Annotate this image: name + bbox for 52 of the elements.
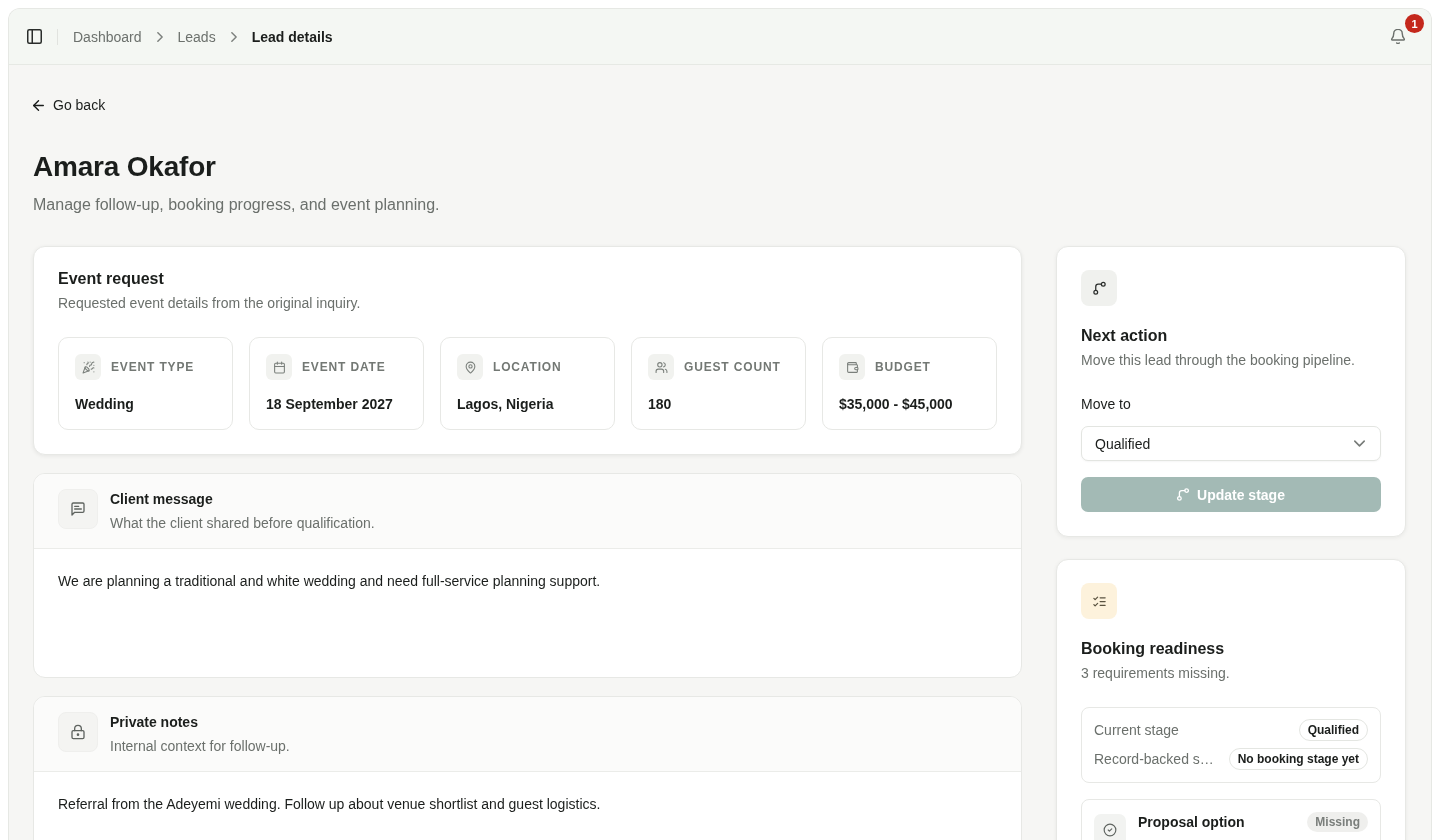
- card-title: Event request: [58, 269, 164, 289]
- notification-count: 1: [1405, 14, 1424, 33]
- section-subtitle: Internal context for follow-up.: [110, 737, 290, 756]
- detail-label: LOCATION: [493, 360, 562, 374]
- detail-value: $35,000 - $45,000: [839, 395, 953, 414]
- requirement-title: Proposal option: [1138, 813, 1246, 832]
- detail-value: Wedding: [75, 395, 134, 414]
- detail-label: BUDGET: [875, 360, 931, 374]
- page-title: Amara Okafor: [33, 150, 216, 184]
- stage-label: Current stage: [1094, 722, 1179, 738]
- chevron-right-icon: [156, 31, 163, 42]
- section-title: Private notes: [110, 713, 198, 732]
- section-text: Referral from the Adeyemi wedding. Follow up about venue shortlist and guest logistics.: [58, 795, 601, 814]
- detail-label: EVENT TYPE: [111, 360, 195, 374]
- card-subtitle: Requested event details from the original inquiry.: [58, 294, 361, 313]
- party-popper-icon: [75, 354, 101, 380]
- stage-tag: Qualified: [1298, 719, 1368, 741]
- card-subtitle: Move this lead through the booking pipeline.: [1081, 351, 1355, 370]
- calendar-icon: [266, 354, 292, 380]
- stage-tag: No booking stage yet: [1228, 748, 1368, 770]
- checklist-icon: [1081, 583, 1117, 619]
- message-icon: [58, 489, 98, 529]
- branch-icon: [1177, 488, 1190, 501]
- section-subtitle: What the client shared before qualification.: [110, 514, 375, 533]
- map-pin-icon: [457, 354, 483, 380]
- detail-value: 18 September 2027: [266, 395, 393, 414]
- breadcrumb-link[interactable]: Dashboard: [73, 27, 142, 46]
- breadcrumb-link[interactable]: Leads: [177, 27, 216, 46]
- section-title: Client message: [110, 490, 213, 509]
- detail-label: EVENT DATE: [302, 360, 386, 374]
- chevron-down-icon: [1354, 440, 1365, 447]
- users-icon: [648, 354, 674, 380]
- page-subtitle: Manage follow-up, booking progress, and event planning.: [33, 195, 440, 215]
- detail-label: GUEST COUNT: [684, 360, 781, 374]
- card-title: Booking readiness: [1081, 639, 1225, 659]
- status-tag: Missing: [1307, 812, 1368, 832]
- field-label: Move to: [1081, 395, 1131, 414]
- stage-label: Record-backed s…: [1094, 751, 1214, 767]
- branch-icon: [1081, 270, 1117, 306]
- sidebar-toggle-icon[interactable]: [27, 29, 42, 44]
- notifications-bell-icon[interactable]: [1391, 29, 1405, 44]
- card-subtitle: 3 requirements missing.: [1081, 664, 1230, 683]
- detail-value: Lagos, Nigeria: [457, 395, 554, 414]
- stage-select[interactable]: Qualified: [1081, 426, 1381, 461]
- section-text: We are planning a traditional and white wedding and need full-service planning support.: [58, 572, 601, 591]
- breadcrumb-link[interactable]: Lead details: [251, 27, 333, 46]
- wallet-icon: [839, 354, 865, 380]
- detail-value: 180: [648, 395, 672, 414]
- chevron-right-icon: [230, 31, 237, 42]
- go-back-link[interactable]: Go back: [33, 95, 106, 115]
- card-title: Next action: [1081, 326, 1168, 346]
- lock-icon: [58, 712, 98, 752]
